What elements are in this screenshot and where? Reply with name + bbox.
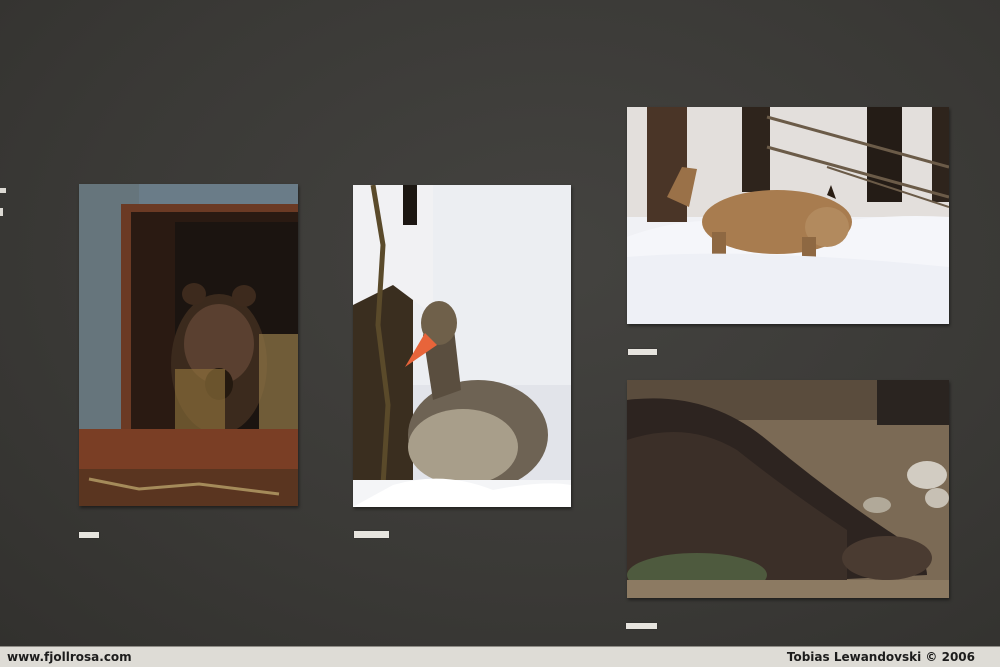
website-url[interactable]: www.fjollrosa.com — [7, 650, 132, 664]
goose-caption-tag — [354, 531, 389, 538]
bear-caption-tag — [79, 532, 99, 538]
boar-caption-tag — [626, 623, 657, 629]
watermark-footer: www.fjollrosa.com Tobias Lewandovski © 2… — [0, 646, 1000, 667]
edge-tag-bottom — [0, 208, 3, 216]
boar-photo — [627, 380, 949, 598]
lynx-caption-tag — [628, 349, 657, 355]
photo-credit: Tobias Lewandovski © 2006 — [786, 650, 975, 664]
bear-photo — [79, 184, 298, 506]
edge-tag-top — [0, 188, 6, 193]
lynx-photo — [627, 107, 949, 324]
goose-photo — [353, 185, 571, 507]
